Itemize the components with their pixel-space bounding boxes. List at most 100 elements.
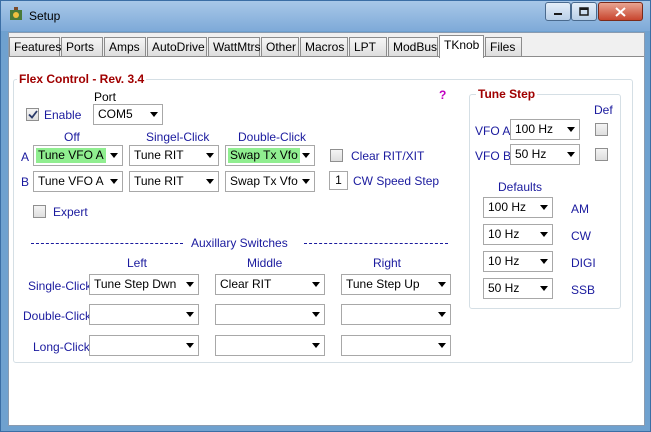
b-off-select[interactable]: Tune VFO A [33,171,123,192]
tab-other[interactable]: Other [261,37,299,57]
a-off-select[interactable]: Tune VFO A [33,145,123,166]
clear-rit-checkbox[interactable] [330,149,343,162]
minimize-button[interactable] [545,2,571,21]
chevron-down-icon [297,172,314,191]
aux-long-right-value [344,338,348,353]
vfo-b-default-checkbox[interactable] [595,148,608,161]
chevron-down-icon [145,105,162,124]
help-link[interactable]: ? [439,88,446,102]
digi-label: DIGI [571,256,596,270]
tab-files[interactable]: Files [485,37,522,57]
chevron-down-icon [105,172,122,191]
vfo-a-step-select[interactable]: 100 Hz [510,119,580,140]
vfo-b-step-select[interactable]: 50 Hz [510,144,580,165]
aux-col-right: Right [373,256,402,270]
maximize-icon [579,6,589,16]
tab-ports[interactable]: Ports [61,37,103,57]
tab-features[interactable]: Features [9,37,61,57]
minimize-icon [554,12,562,15]
ssb-step-value: 50 Hz [488,281,520,295]
vfo-b-label: VFO B [475,149,512,163]
tab-tknob[interactable]: TKnob [439,35,484,58]
aux-double-right-select[interactable] [341,304,451,325]
row-b-label: B [21,175,30,189]
chevron-down-icon [433,336,450,355]
am-step-select[interactable]: 100 Hz [483,197,553,218]
close-icon [615,6,626,17]
aux-long-right-select[interactable] [341,335,451,356]
tab-modbus[interactable]: ModBus [388,37,438,57]
enable-checkbox[interactable] [26,108,39,121]
aux-divider-right [304,243,448,244]
tab-amps[interactable]: Amps [104,37,146,57]
chevron-down-icon [181,336,198,355]
b-double-value: Swap Tx Vfo [230,174,298,188]
aux-divider-left [31,243,183,244]
aux-double-left-value [92,307,96,322]
am-label: AM [571,202,589,216]
ssb-label: SSB [571,283,596,297]
digi-step-select[interactable]: 10 Hz [483,251,553,272]
maximize-button[interactable] [571,2,597,21]
aux-single-left-value: Tune Step Dwn [94,277,177,291]
chevron-down-icon [307,275,324,294]
port-select[interactable]: COM5 [93,104,163,125]
vfo-b-step-value: 50 Hz [515,147,547,161]
aux-single-middle-select[interactable]: Clear RIT [215,274,325,295]
b-single-select[interactable]: Tune RIT [129,171,219,192]
aux-row-label: Single-Click [28,279,92,293]
window-title: Setup [29,9,61,23]
expert-checkbox[interactable] [33,205,46,218]
chevron-down-icon [181,305,198,324]
a-single-value: Tune RIT [134,148,184,162]
cw-step-value: 10 Hz [488,227,520,241]
cw-speed-step-label: CW Speed Step [353,174,440,188]
chevron-down-icon [535,279,552,298]
cw-step-select[interactable]: 10 Hz [483,224,553,245]
aux-single-left-select[interactable]: Tune Step Dwn [89,274,199,295]
a-double-select[interactable]: Swap Tx Vfo [225,145,315,166]
chevron-down-icon [201,146,218,165]
aux-row-label: Double-Click [23,309,92,323]
enable-label[interactable]: Enable [44,108,81,122]
aux-row-label: Long-Click [33,340,90,354]
aux-double-middle-value [218,307,222,322]
tune-step-title: Tune Step [476,87,538,101]
aux-long-middle-select[interactable] [215,335,325,356]
title-bar[interactable]: Setup [1,1,650,31]
ssb-step-select[interactable]: 50 Hz [483,278,553,299]
chevron-down-icon [201,172,218,191]
cw-speed-step-input[interactable]: 1 [329,171,348,190]
chevron-down-icon [562,120,579,139]
aux-title: Auxillary Switches [191,236,288,250]
aux-double-middle-select[interactable] [215,304,325,325]
port-label: Port [94,90,117,104]
b-double-select[interactable]: Swap Tx Vfo [225,171,315,192]
vfo-a-label: VFO A [475,124,511,138]
cw-label: CW [571,229,591,243]
vfo-a-default-checkbox[interactable] [595,123,608,136]
tab-macros[interactable]: Macros [300,37,348,57]
aux-double-left-select[interactable] [89,304,199,325]
expert-label[interactable]: Expert [53,205,88,219]
a-double-value: Swap Tx Vfo [228,148,300,163]
flex-control-title: Flex Control - Rev. 3.4 [17,72,147,86]
aux-col-left: Left [127,256,148,270]
tab-lpt[interactable]: LPT [349,37,387,57]
col-double-label: Double-Click [238,130,307,144]
chevron-down-icon [433,305,450,324]
chevron-down-icon [562,145,579,164]
aux-single-right-value: Tune Step Up [346,277,420,291]
setup-window: Setup Features Ports Amps AutoDrive Watt… [0,0,651,432]
def-label: Def [594,103,613,117]
chevron-down-icon [297,146,314,165]
clear-rit-label[interactable]: Clear RIT/XIT [351,149,424,163]
tab-autodrive[interactable]: AutoDrive [147,37,207,57]
aux-long-left-select[interactable] [89,335,199,356]
tab-wattmtrs[interactable]: WattMtrs [208,37,261,57]
close-button[interactable] [598,2,643,21]
tknob-tab-page: Flex Control - Rev. 3.4 ? Port Enable CO… [9,56,644,425]
a-single-select[interactable]: Tune RIT [129,145,219,166]
aux-single-right-select[interactable]: Tune Step Up [341,274,451,295]
defaults-label: Defaults [498,180,543,194]
